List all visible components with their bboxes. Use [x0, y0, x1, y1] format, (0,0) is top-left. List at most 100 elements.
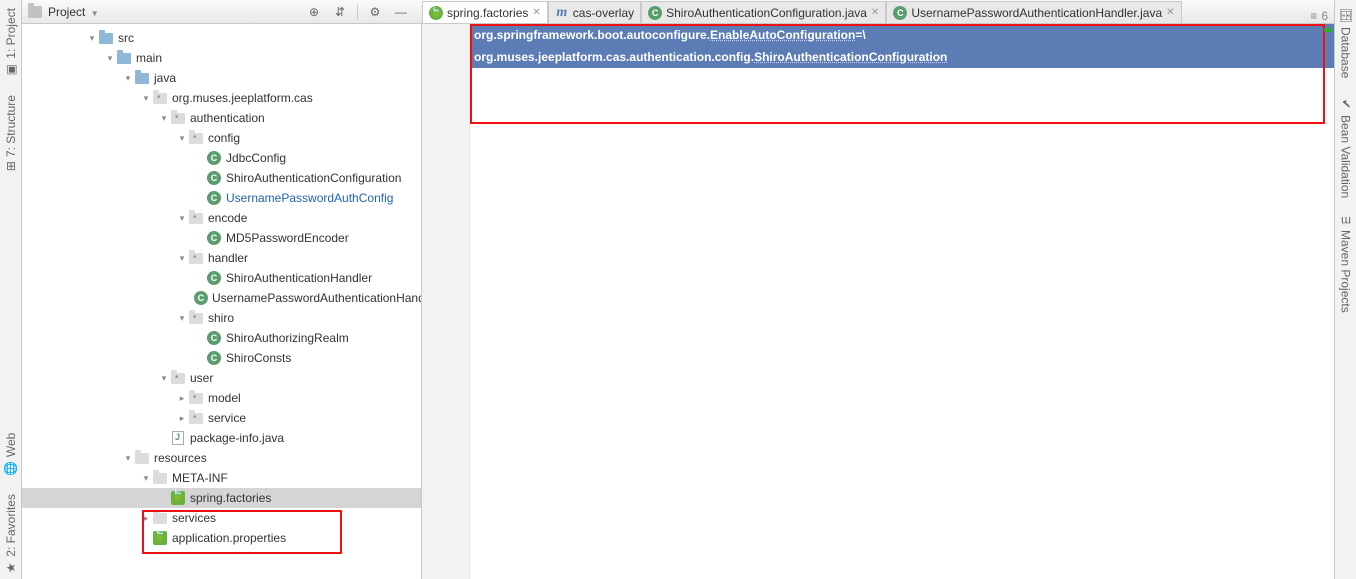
left-tool-gutter: ▣1: Project ⊞7: Structure 🌐Web ★2: Favor… — [0, 0, 22, 579]
editor-panel: org.springframework.boot.autoconfigure.E… — [422, 24, 1334, 579]
tree-row[interactable]: package-info.java — [22, 428, 421, 448]
class-icon: C — [206, 350, 222, 366]
code-line[interactable]: org.muses.jeeplatform.cas.authentication… — [470, 46, 1334, 68]
tree-row[interactable]: CShiroAuthenticationHandler — [22, 268, 421, 288]
chevron-down-icon[interactable]: ▾ — [140, 473, 152, 484]
chevron-down-icon[interactable]: ▾ — [176, 253, 188, 264]
chevron-down-icon[interactable]: ▾ — [104, 53, 116, 64]
chevron-down-icon[interactable]: ▾ — [176, 313, 188, 324]
tree-row[interactable]: application.properties — [22, 528, 421, 548]
chevron-down-icon[interactable]: ▾ — [122, 73, 134, 84]
divider — [357, 4, 358, 20]
tree-row[interactable]: ▾main — [22, 48, 421, 68]
tree-row[interactable]: ▸model — [22, 388, 421, 408]
gear-icon[interactable]: ⚙ — [366, 3, 384, 21]
tree-row[interactable]: ▾META-INF — [22, 468, 421, 488]
tabs-overflow[interactable]: ≡6 — [1304, 9, 1334, 23]
chevron-down-icon: ▼ — [91, 9, 99, 18]
tree-row[interactable]: CJdbcConfig — [22, 148, 421, 168]
tab-username-handler[interactable]: C UsernamePasswordAuthenticationHandler.… — [886, 1, 1181, 23]
class-icon: C — [206, 230, 222, 246]
tree-row[interactable]: ▾ encode — [22, 208, 421, 228]
maven-icon: m — [555, 6, 569, 20]
chevron-down-icon[interactable]: ▾ — [176, 213, 188, 224]
project-tree[interactable]: ▾src▾main▾java▾org.muses.jeeplatform.cas… — [22, 24, 421, 552]
tab-spring-factories[interactable]: 🍃 spring.factories ✕ — [422, 1, 548, 23]
tree-row[interactable]: ▾src — [22, 28, 421, 48]
tree-row[interactable]: ▾ user — [22, 368, 421, 388]
chevron-down-icon[interactable]: ▾ — [86, 33, 98, 44]
tree-row[interactable]: ▸ service — [22, 408, 421, 428]
star-icon: ★ — [4, 561, 18, 575]
tree-label: service — [208, 411, 246, 425]
tree-row[interactable]: ▾ resources — [22, 448, 421, 468]
tool-maven[interactable]: mMaven Projects — [1339, 212, 1353, 317]
folder-icon — [98, 30, 114, 46]
tree-label: ShiroAuthorizingRealm — [226, 331, 349, 345]
tool-project[interactable]: ▣1: Project — [4, 4, 18, 81]
tree-row[interactable]: CMD5PasswordEncoder — [22, 228, 421, 248]
close-icon[interactable]: ✕ — [1166, 7, 1174, 18]
tree-label: resources — [154, 451, 207, 465]
spring-icon: 🍃 — [429, 6, 443, 20]
tree-label: user — [190, 371, 213, 385]
tree-row[interactable]: spring.factories — [22, 488, 421, 508]
structure-icon: ⊞ — [5, 159, 15, 173]
tool-favorites[interactable]: ★2: Favorites — [4, 490, 18, 579]
tree-label: spring.factories — [190, 491, 271, 505]
package-icon — [188, 310, 204, 326]
tool-bean-validation[interactable]: ✔Bean Validation — [1339, 93, 1353, 202]
tree-row[interactable]: ▾java — [22, 68, 421, 88]
tree-label: ShiroAuthenticationHandler — [226, 271, 372, 285]
chevron-right-icon[interactable]: ▸ — [176, 413, 188, 424]
tree-row[interactable]: CUsernamePasswordAuthenticationHandler — [22, 288, 421, 308]
tree-row[interactable]: ▾handler — [22, 248, 421, 268]
tree-row[interactable]: CShiroAuthenticationConfiguration — [22, 168, 421, 188]
tree-row[interactable]: CUsernamePasswordAuthConfig — [22, 188, 421, 208]
folder-icon — [116, 50, 132, 66]
package-icon — [188, 130, 204, 146]
code-area[interactable]: org.springframework.boot.autoconfigure.E… — [470, 24, 1334, 68]
package-icon — [188, 390, 204, 406]
tree-row[interactable]: CShiroConsts — [22, 348, 421, 368]
web-icon: 🌐 — [3, 462, 18, 476]
class-icon: C — [648, 6, 662, 20]
error-stripe[interactable] — [1322, 24, 1334, 579]
spring-icon — [170, 490, 186, 506]
chevron-down-icon[interactable]: ▾ — [176, 133, 188, 144]
code-line[interactable]: org.springframework.boot.autoconfigure.E… — [470, 24, 1334, 46]
tool-web[interactable]: 🌐Web — [4, 429, 18, 480]
chevron-down-icon[interactable]: ▾ — [122, 453, 134, 464]
tree-label: shiro — [208, 311, 234, 325]
tree-row[interactable]: ▾org.muses.jeeplatform.cas — [22, 88, 421, 108]
chevron-right-icon[interactable]: ▸ — [140, 513, 152, 524]
chevron-down-icon[interactable]: ▾ — [158, 373, 170, 384]
hide-icon[interactable]: — — [392, 3, 410, 21]
content: ▾src▾main▾java▾org.muses.jeeplatform.cas… — [22, 24, 1334, 579]
chevron-right-icon[interactable]: ▸ — [176, 393, 188, 404]
tab-label: UsernamePasswordAuthenticationHandler.ja… — [911, 6, 1162, 20]
tree-row[interactable]: CShiroAuthorizingRealm — [22, 328, 421, 348]
package-icon — [188, 410, 204, 426]
tree-row[interactable]: ▾ shiro — [22, 308, 421, 328]
tab-shiro-auth-config[interactable]: C ShiroAuthenticationConfiguration.java … — [641, 1, 886, 23]
tree-row[interactable]: ▸services — [22, 508, 421, 528]
editor-gutter — [422, 24, 470, 579]
tree-label: encode — [208, 211, 247, 225]
tool-structure[interactable]: ⊞7: Structure — [4, 91, 18, 175]
locate-icon[interactable]: ⊕ — [305, 3, 323, 21]
tool-database[interactable]: 🗄Database — [1339, 4, 1353, 83]
tab-label: ShiroAuthenticationConfiguration.java — [666, 6, 867, 20]
tree-label: ShiroAuthenticationConfiguration — [226, 171, 401, 185]
close-icon[interactable]: ✕ — [871, 7, 879, 18]
tab-cas-overlay[interactable]: m cas-overlay — [548, 1, 641, 23]
tree-row[interactable]: ▾authentication — [22, 108, 421, 128]
maven-icon: m — [1341, 214, 1351, 228]
collapse-icon[interactable]: ⇵ — [331, 3, 349, 21]
tree-label: JdbcConfig — [226, 151, 286, 165]
chevron-down-icon[interactable]: ▾ — [158, 113, 170, 124]
project-view-dropdown[interactable]: Project ▼ — [48, 5, 99, 19]
chevron-down-icon[interactable]: ▾ — [140, 93, 152, 104]
tree-row[interactable]: ▾config — [22, 128, 421, 148]
close-icon[interactable]: ✕ — [532, 7, 540, 18]
